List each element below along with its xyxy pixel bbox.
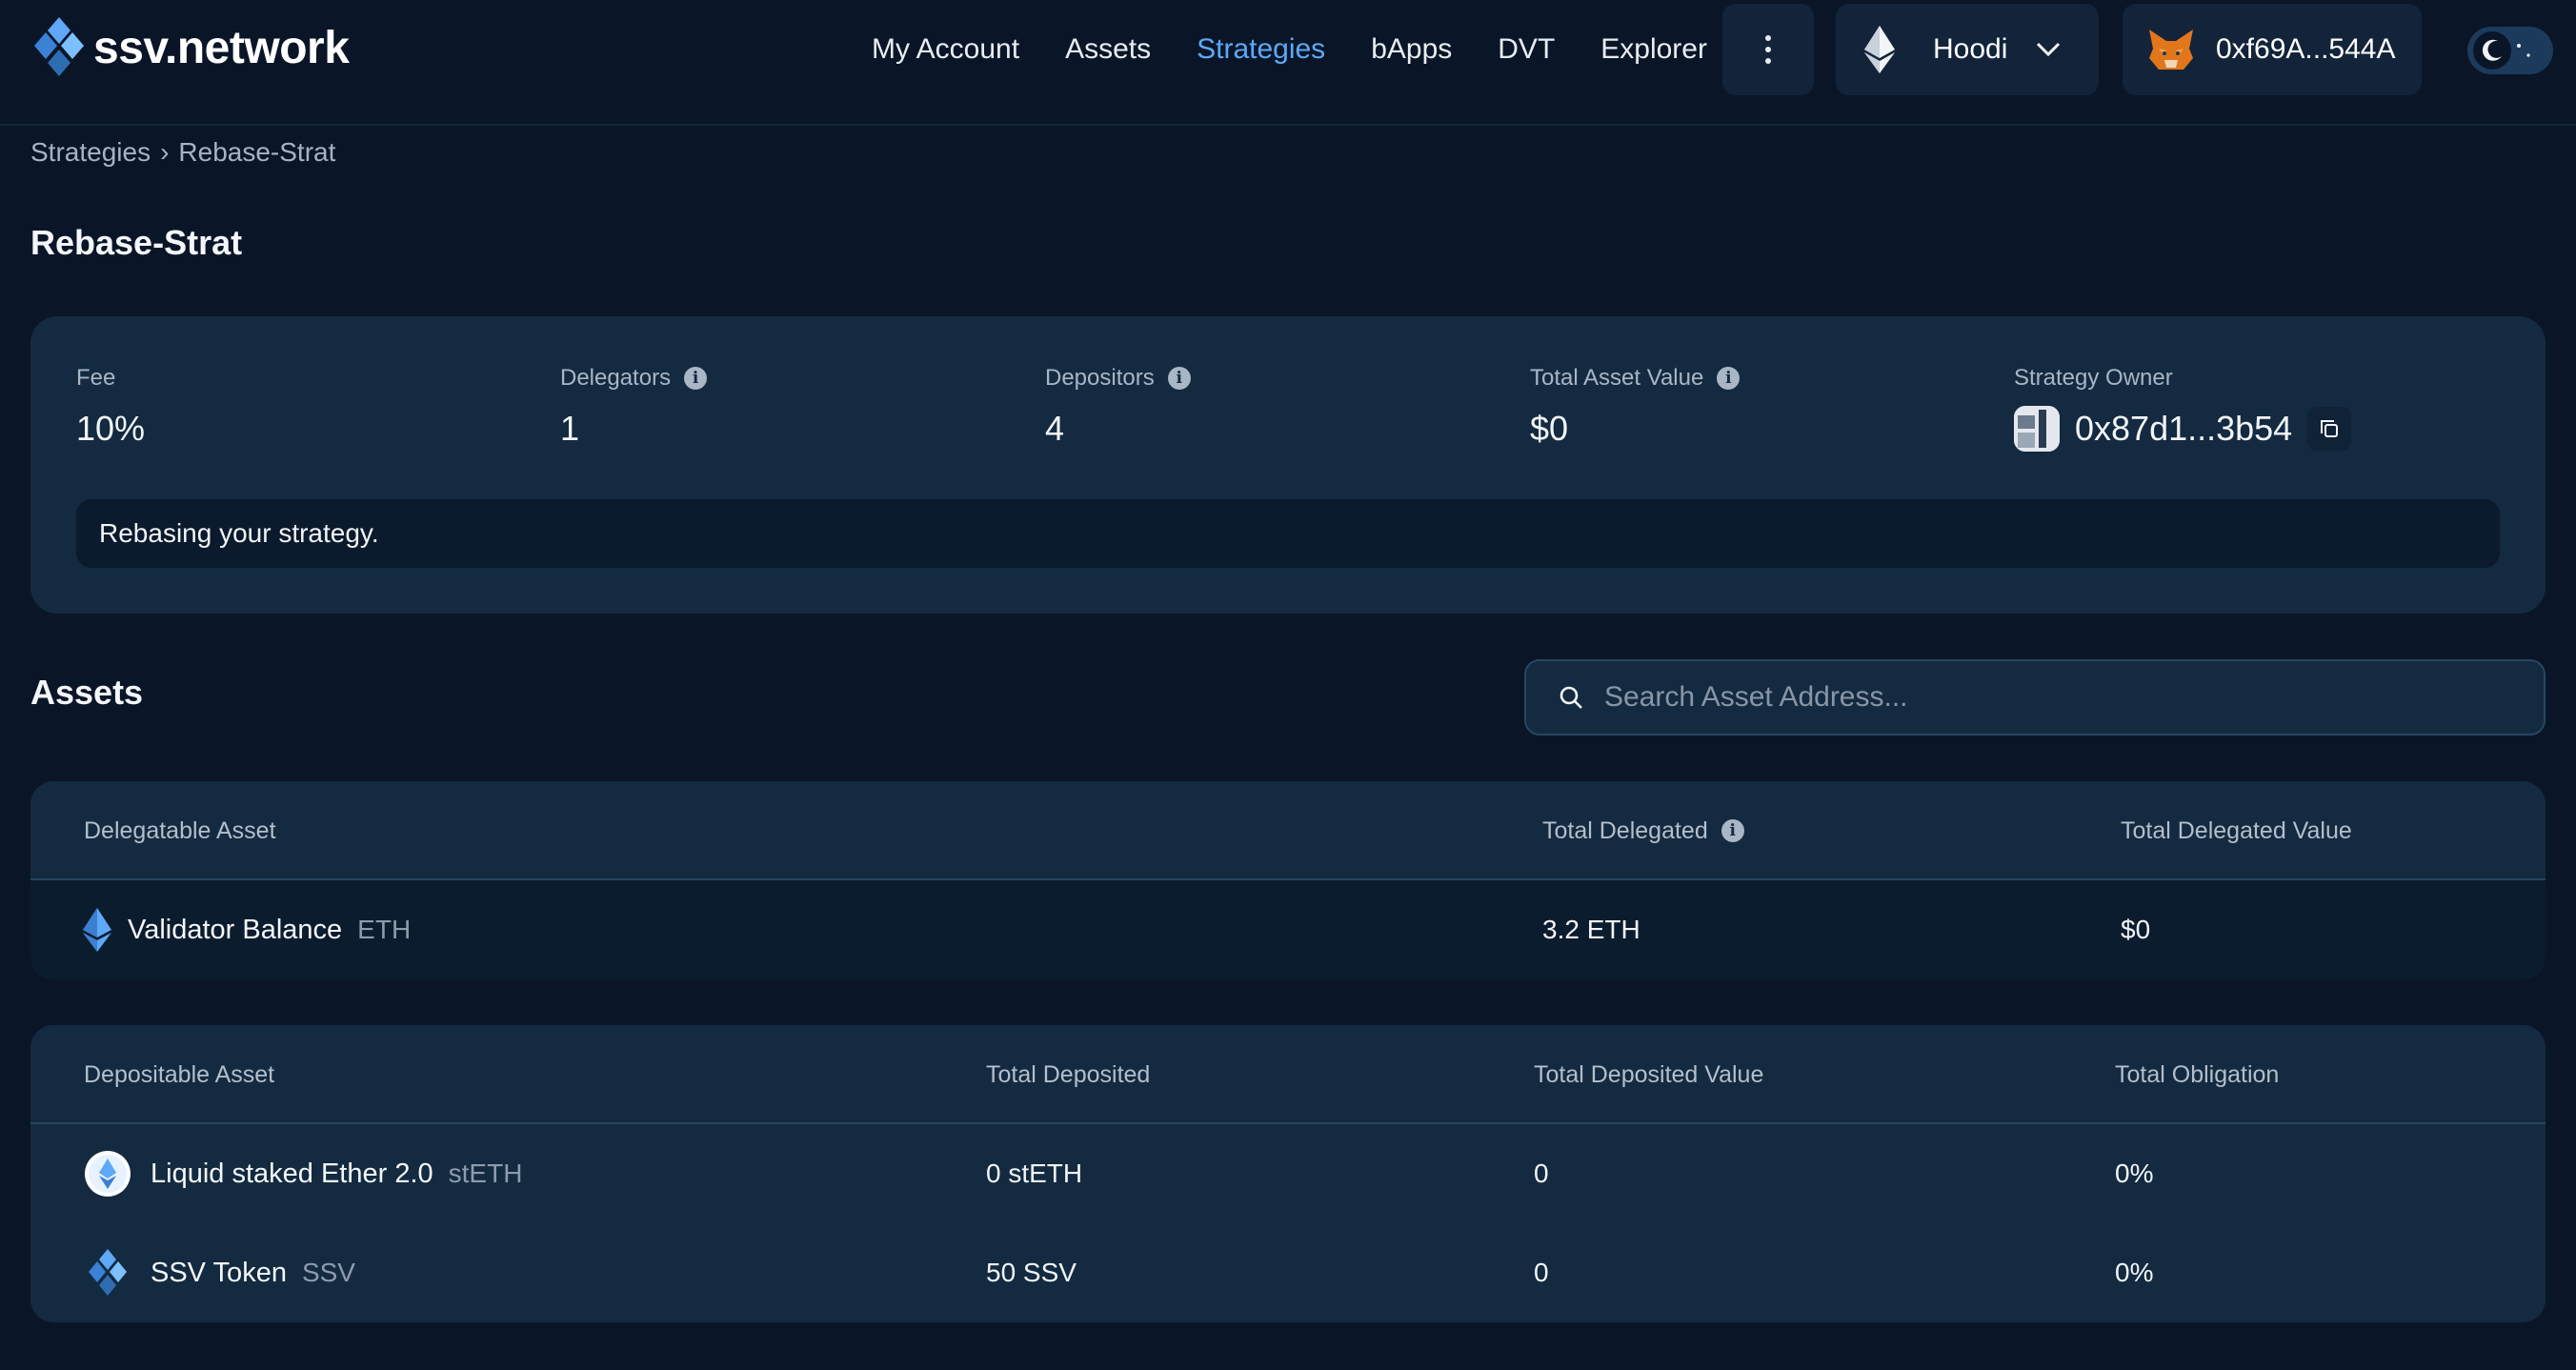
- stat-total-asset-value-label: Total Asset Value i: [1530, 364, 1741, 393]
- stat-owner-label: Strategy Owner: [2014, 365, 2173, 391]
- owner-avatar: [2014, 406, 2060, 452]
- asset-symbol: SSV: [301, 1258, 355, 1287]
- col-total-deposited: Total Deposited: [986, 1060, 1151, 1088]
- nav-bapps[interactable]: bApps: [1371, 33, 1452, 66]
- ssv-token-icon: [84, 1249, 131, 1297]
- stat-total-asset-value: Total Asset Value i $0: [1530, 364, 1741, 450]
- network-selector[interactable]: Hoodi: [1836, 4, 2099, 95]
- total-obligation-cell: 0%: [2115, 1258, 2154, 1287]
- col-delegatable-asset: Delegatable Asset: [84, 816, 276, 844]
- kebab-icon: [1765, 32, 1771, 67]
- moon-icon: [2473, 31, 2511, 70]
- stat-fee: Fee 10%: [76, 364, 145, 450]
- page-title: Rebase-Strat: [30, 223, 243, 262]
- rebase-status-banner: Rebasing your strategy.: [76, 499, 2500, 568]
- stat-total-asset-value-value: $0: [1530, 409, 1569, 448]
- stat-depositors: Depositors i 4: [1045, 364, 1191, 450]
- stat-delegators-label: Delegators i: [560, 364, 708, 393]
- nav-strategies[interactable]: Strategies: [1197, 33, 1325, 66]
- asset-name: Validator Balance: [128, 914, 343, 945]
- asset-symbol: stETH: [448, 1158, 523, 1188]
- asset-search-input[interactable]: [1604, 681, 2519, 714]
- table-row[interactable]: SSV Token SSV 50 SSV 0 0%: [30, 1223, 2546, 1322]
- info-icon[interactable]: i: [684, 367, 708, 390]
- chevron-down-icon: [2037, 42, 2061, 57]
- total-deposited-cell: 50 SSV: [986, 1258, 1077, 1287]
- wallet-button[interactable]: 0xf69A...544A: [2123, 4, 2422, 95]
- col-depositable-asset: Depositable Asset: [84, 1060, 275, 1088]
- stat-fee-value: 10%: [76, 409, 146, 448]
- info-icon[interactable]: i: [1721, 819, 1744, 842]
- table-row[interactable]: Validator Balance ETH 3.2 ETH $0: [30, 880, 2546, 979]
- stat-delegators-value: 1: [560, 409, 580, 448]
- asset-cell: SSV Token SSV: [84, 1223, 355, 1322]
- info-icon[interactable]: i: [1167, 367, 1191, 390]
- search-icon: [1560, 686, 1582, 709]
- ethereum-icon: [80, 906, 114, 954]
- ethereum-icon: [1864, 26, 1895, 73]
- stat-strategy-owner: Strategy Owner 0x87d1...3b54: [2014, 364, 2352, 452]
- col-total-deposited-value: Total Deposited Value: [1534, 1060, 1764, 1088]
- stat-delegators: Delegators i 1: [560, 364, 708, 450]
- steth-icon: [84, 1150, 131, 1198]
- stat-depositors-label: Depositors i: [1045, 364, 1191, 393]
- table-header: Depositable Asset Total Deposited Total …: [30, 1025, 2546, 1124]
- asset-cell: Liquid staked Ether 2.0 stETH: [84, 1124, 522, 1223]
- brand-name: ssv.network: [93, 22, 350, 73]
- stars-icon: [2517, 44, 2530, 57]
- col-total-obligation: Total Obligation: [2115, 1060, 2280, 1088]
- breadcrumb: Strategies › Rebase-Strat: [30, 137, 335, 168]
- owner-address: 0x87d1...3b54: [2075, 409, 2293, 448]
- col-total-delegated-value: Total Delegated Value: [2121, 816, 2352, 844]
- nav-my-account[interactable]: My Account: [872, 33, 1019, 66]
- network-label: Hoodi: [1933, 33, 2008, 65]
- nav-dvt[interactable]: DVT: [1498, 33, 1555, 66]
- delegatable-assets-table: Delegatable Asset Total Delegated i Total…: [30, 781, 2546, 979]
- breadcrumb-separator: ›: [160, 137, 170, 167]
- info-icon[interactable]: i: [1717, 367, 1741, 390]
- stat-depositors-value: 4: [1045, 409, 1065, 448]
- more-menu-button[interactable]: [1722, 4, 1814, 95]
- col-total-delegated: Total Delegated i: [1542, 781, 1744, 880]
- copy-icon: [2321, 420, 2339, 437]
- total-deposited-cell: 0 stETH: [986, 1158, 1083, 1188]
- stat-owner-value-row: 0x87d1...3b54: [2014, 406, 2352, 452]
- stat-fee-label: Fee: [76, 365, 116, 391]
- top-header: ssv.network My Account Assets Strategies…: [0, 0, 2576, 126]
- breadcrumb-current: Rebase-Strat: [178, 137, 336, 167]
- wallet-address: 0xf69A...544A: [2216, 33, 2396, 65]
- brand-logo[interactable]: ssv.network: [34, 17, 350, 78]
- main-nav: My Account Assets Strategies bApps DVT E…: [872, 29, 1707, 71]
- asset-symbol: ETH: [357, 915, 412, 944]
- ssv-logo-icon: [34, 17, 84, 76]
- asset-search-box: [1524, 659, 2546, 735]
- total-deposited-value-cell: 0: [1534, 1158, 1549, 1188]
- copy-address-button[interactable]: [2307, 407, 2352, 451]
- metamask-icon: [2149, 30, 2193, 70]
- theme-toggle[interactable]: [2467, 27, 2553, 74]
- total-delegated-value-cell: $0: [2121, 915, 2151, 944]
- asset-name: Liquid staked Ether 2.0: [151, 1158, 433, 1189]
- nav-explorer[interactable]: Explorer: [1600, 33, 1707, 66]
- table-row[interactable]: Liquid staked Ether 2.0 stETH 0 stETH 0 …: [30, 1124, 2546, 1223]
- asset-cell: Validator Balance ETH: [80, 880, 411, 979]
- table-header: Delegatable Asset Total Delegated i Total…: [30, 781, 2546, 880]
- total-obligation-cell: 0%: [2115, 1158, 2154, 1188]
- depositable-assets-table: Depositable Asset Total Deposited Total …: [30, 1025, 2546, 1322]
- assets-section-title: Assets: [30, 673, 144, 712]
- asset-name: SSV Token: [151, 1257, 287, 1288]
- total-deposited-value-cell: 0: [1534, 1258, 1549, 1287]
- strategy-stats-card: Fee 10% Delegators i 1 Depositors i 4 Tota…: [30, 316, 2546, 614]
- total-delegated-cell: 3.2 ETH: [1542, 915, 1640, 944]
- nav-assets[interactable]: Assets: [1065, 33, 1151, 66]
- breadcrumb-strategies[interactable]: Strategies: [30, 137, 151, 168]
